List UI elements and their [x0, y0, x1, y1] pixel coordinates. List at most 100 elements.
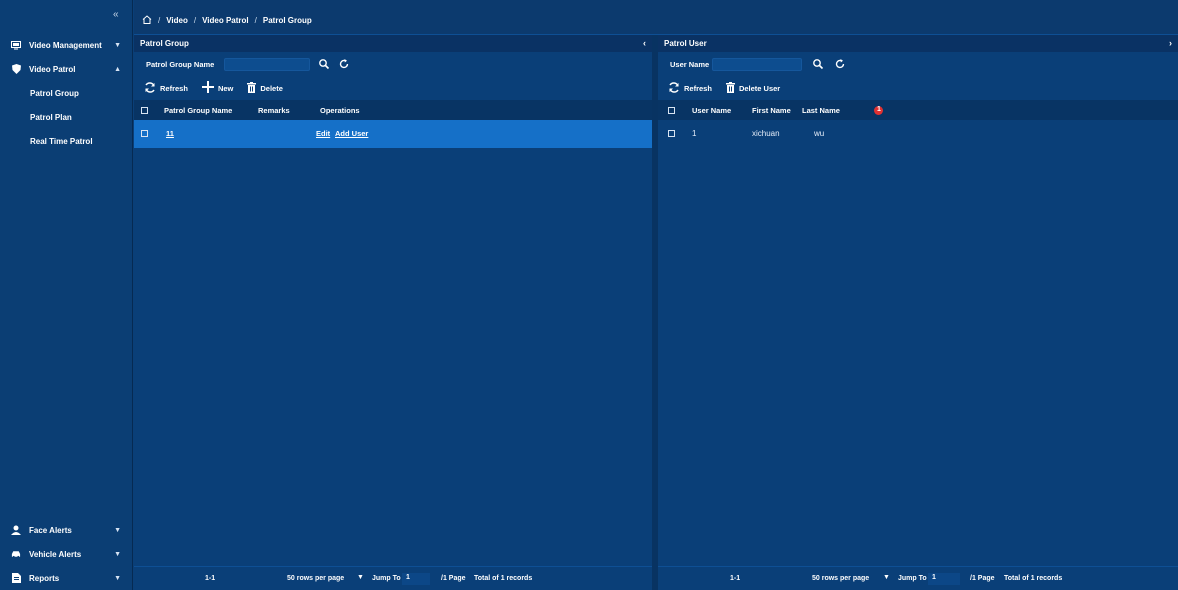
- reset-icon[interactable]: [338, 58, 350, 70]
- chevron-up-icon: ▲: [114, 65, 121, 73]
- notification-badge[interactable]: 1: [874, 106, 883, 115]
- column-header[interactable]: User Name: [692, 106, 731, 115]
- total-pages: /1 Page: [441, 575, 466, 582]
- panel-header: Patrol User ›: [658, 35, 1178, 52]
- patrol-group-name-input[interactable]: [224, 58, 310, 71]
- search-row: User Name: [658, 52, 1178, 76]
- total-records: Total of 1 records: [474, 575, 533, 582]
- new-label: New: [217, 83, 234, 93]
- page-number-value: 1: [932, 574, 936, 581]
- breadcrumb: / Video / Video Patrol / Patrol Group: [142, 15, 312, 26]
- column-header[interactable]: First Name: [752, 106, 791, 115]
- search-icon[interactable]: [812, 58, 824, 70]
- row-checkbox[interactable]: [141, 130, 148, 137]
- breadcrumb-video-patrol[interactable]: Video Patrol: [202, 16, 249, 25]
- nav-label: Video Patrol: [29, 64, 76, 74]
- table-row[interactable]: 11 Edit Add User: [134, 120, 652, 148]
- page-range: 1-1: [205, 575, 216, 582]
- reset-icon[interactable]: [834, 58, 846, 70]
- refresh-button[interactable]: Refresh: [144, 81, 188, 95]
- add-user-link[interactable]: Add User: [335, 129, 368, 138]
- search-icon[interactable]: [318, 58, 330, 70]
- nav-video-management[interactable]: Video Management ▼: [0, 33, 133, 57]
- nav-video-patrol[interactable]: Video Patrol ▲: [0, 57, 133, 81]
- table-header: Patrol Group Name Remarks Operations: [134, 100, 652, 120]
- table-header: User Name First Name Last Name 1: [658, 100, 1178, 120]
- nav-vehicle-alerts[interactable]: Vehicle Alerts ▼: [0, 542, 133, 566]
- chevron-down-icon: ▼: [114, 526, 121, 534]
- nav-face-alerts[interactable]: Face Alerts ▼: [0, 518, 133, 542]
- user-name-input[interactable]: [712, 58, 802, 71]
- jump-to-label: Jump To: [372, 575, 401, 582]
- breadcrumb-video[interactable]: Video: [166, 16, 188, 25]
- trash-icon: [247, 81, 257, 95]
- chevron-down-icon[interactable]: ▼: [357, 574, 364, 581]
- refresh-label: Refresh: [684, 83, 712, 93]
- pagination: 1-1 50 rows per page ▼ Jump To 1 /1 Page…: [134, 566, 652, 590]
- page-number-input[interactable]: 1: [928, 573, 960, 585]
- chevron-down-icon: ▼: [114, 41, 121, 49]
- refresh-button[interactable]: Refresh: [668, 81, 712, 95]
- sidebar-item-patrol-group[interactable]: Patrol Group: [0, 81, 133, 105]
- toolbar: Refresh New Delete: [134, 76, 652, 100]
- total-records: Total of 1 records: [1004, 575, 1063, 582]
- jump-to-label: Jump To: [898, 575, 927, 582]
- panel-header: Patrol Group ‹: [134, 35, 652, 52]
- nav-label: Video Management: [29, 40, 102, 50]
- panel-title: Patrol Group: [140, 39, 189, 48]
- nav-reports[interactable]: Reports ▼: [0, 566, 133, 590]
- shield-icon: [11, 64, 21, 74]
- select-all-checkbox[interactable]: [668, 107, 675, 114]
- delete-user-button[interactable]: Delete User: [725, 81, 781, 95]
- column-header[interactable]: Remarks: [258, 106, 290, 115]
- plus-icon: [201, 81, 214, 95]
- page-number-input[interactable]: 1: [402, 573, 430, 585]
- car-icon: [11, 549, 21, 559]
- rows-per-page-select[interactable]: 50 rows per page: [812, 575, 869, 582]
- total-pages: /1 Page: [970, 575, 995, 582]
- delete-user-label: Delete User: [738, 83, 781, 93]
- refresh-icon: [144, 81, 156, 95]
- nav-label: Reports: [29, 573, 60, 583]
- rows-per-page-select[interactable]: 50 rows per page: [287, 575, 344, 582]
- row-checkbox[interactable]: [668, 130, 675, 137]
- refresh-label: Refresh: [160, 83, 188, 93]
- select-all-checkbox[interactable]: [141, 107, 148, 114]
- chevron-down-icon[interactable]: ▼: [883, 574, 890, 581]
- sidebar-item-patrol-plan[interactable]: Patrol Plan: [0, 105, 133, 129]
- breadcrumb-separator: /: [254, 16, 257, 25]
- refresh-icon: [668, 81, 680, 95]
- toolbar: Refresh Delete User: [658, 76, 1178, 100]
- patrol-group-panel: Patrol Group ‹ Patrol Group Name Refresh…: [134, 35, 652, 590]
- collapse-left-icon[interactable]: ‹: [643, 38, 646, 48]
- delete-button[interactable]: Delete: [247, 81, 283, 95]
- sidebar: « Video Management ▼ Video Patrol ▲ Patr…: [0, 0, 133, 590]
- new-button[interactable]: New: [201, 81, 234, 95]
- chevron-down-icon: ▼: [114, 574, 121, 582]
- column-header[interactable]: Patrol Group Name: [164, 106, 232, 115]
- home-icon[interactable]: [142, 15, 152, 26]
- group-name-link[interactable]: 11: [166, 129, 174, 138]
- table-row[interactable]: 1 xichuan wu: [658, 120, 1178, 148]
- edit-link[interactable]: Edit: [316, 129, 330, 138]
- breadcrumb-patrol-group: Patrol Group: [262, 16, 312, 25]
- person-icon: [11, 525, 21, 535]
- badge-count: 1: [877, 106, 881, 113]
- first-name-cell: xichuan: [752, 129, 780, 138]
- page-number-value: 1: [406, 574, 410, 581]
- page-range: 1-1: [730, 575, 741, 582]
- search-label: Patrol Group Name: [146, 59, 215, 69]
- delete-label: Delete: [260, 83, 283, 93]
- trash-icon: [725, 81, 735, 95]
- document-icon: [11, 573, 21, 583]
- collapse-right-icon[interactable]: ›: [1169, 38, 1172, 48]
- user-name-cell: 1: [692, 129, 697, 138]
- column-header[interactable]: Last Name: [802, 106, 840, 115]
- chevron-down-icon: ▼: [114, 550, 121, 558]
- collapse-sidebar-button[interactable]: «: [113, 9, 119, 20]
- sidebar-item-real-time-patrol[interactable]: Real Time Patrol: [0, 129, 133, 153]
- breadcrumb-separator: /: [193, 16, 197, 25]
- search-label: User Name: [670, 59, 710, 69]
- nav-label: Vehicle Alerts: [29, 549, 82, 559]
- patrol-user-panel: Patrol User › User Name Refresh Delete U…: [658, 35, 1178, 590]
